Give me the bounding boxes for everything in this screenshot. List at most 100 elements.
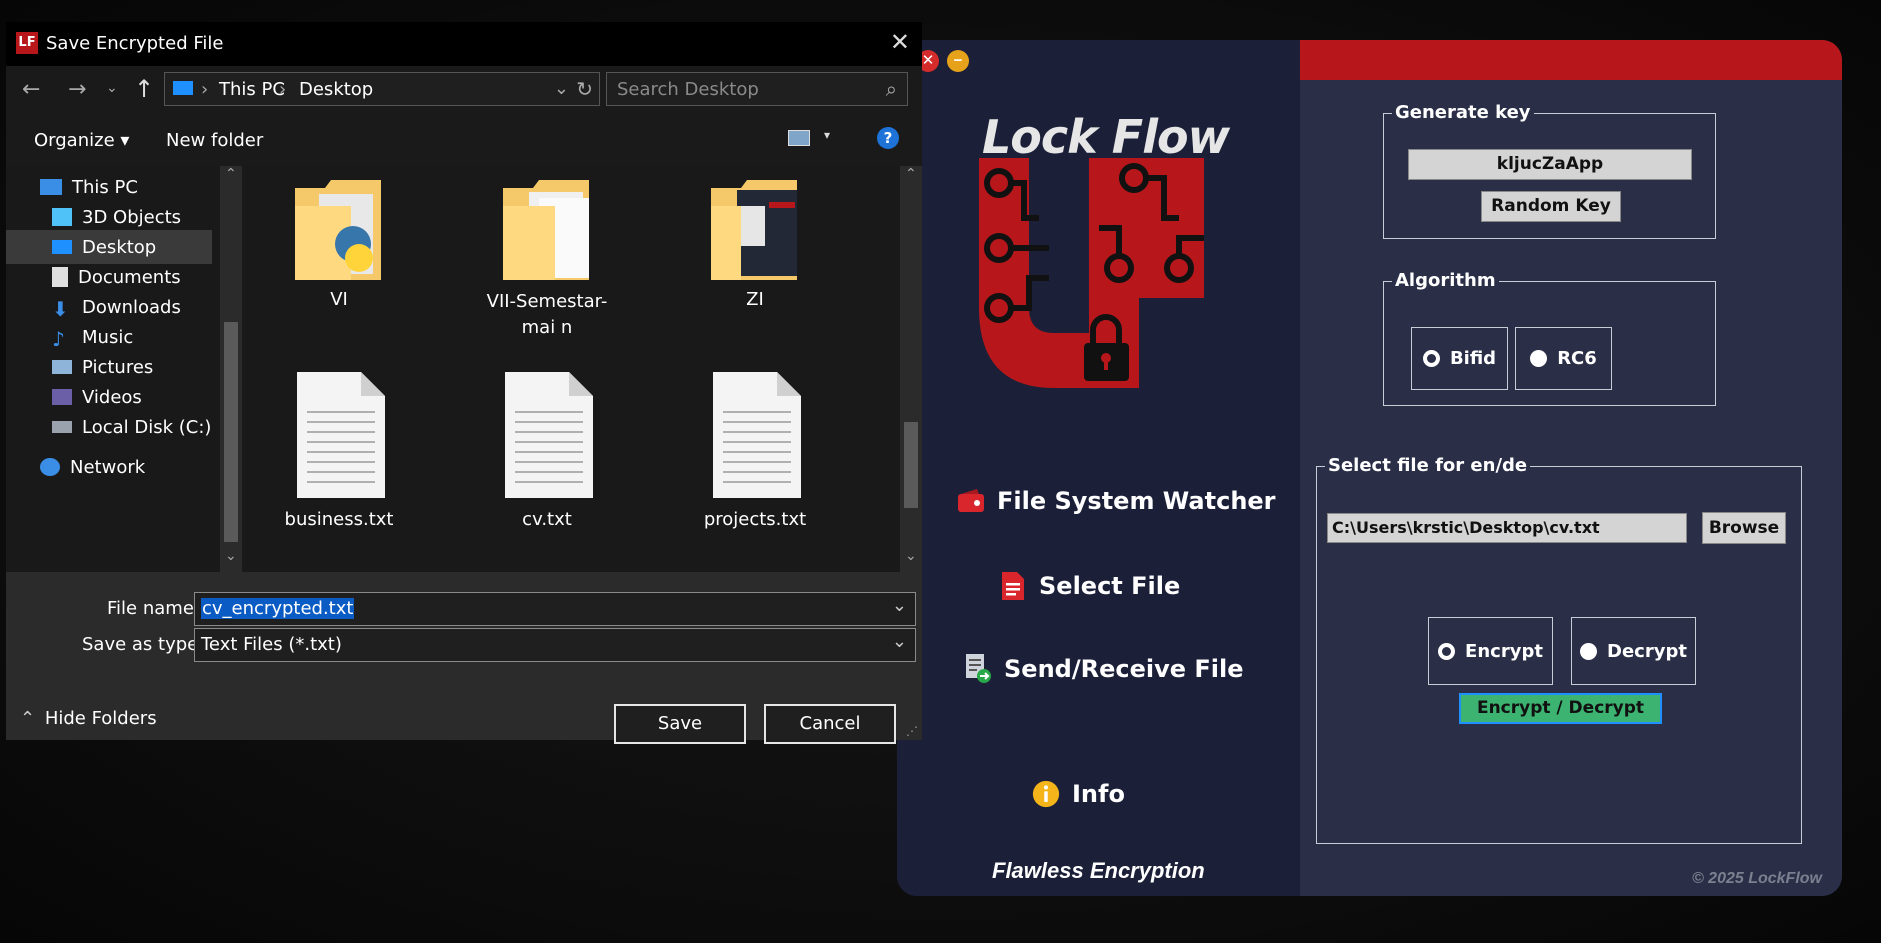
breadcrumb-this-pc[interactable]: This PC [219,79,285,100]
file-item[interactable]: cv.txt [462,372,632,530]
save-button[interactable]: Save [614,704,746,744]
lockflow-main-panel: Generate key kljucZaApp Random Key Algor… [1300,40,1842,896]
radio-unselected-icon [1530,350,1548,367]
file-name: ZI [746,289,764,310]
algorithm-title: Algorithm [1392,270,1499,291]
organize-button[interactable]: Organize ▾ [34,130,129,151]
nav-item-downloads[interactable]: ⬇ Downloads [6,290,212,324]
file-item[interactable]: ZI [670,176,840,310]
chevron-down-icon[interactable]: ⌄ [892,595,907,616]
nav-label: Network [70,456,146,478]
encrypt-decrypt-button[interactable]: Encrypt / Decrypt [1459,693,1662,724]
new-folder-button[interactable]: New folder [166,130,263,151]
file-select-group: Select file for en/de C:\Users\krstic\De… [1316,455,1802,844]
chevron-down-icon[interactable]: ⌄ [106,80,118,96]
nav-item-pictures[interactable]: Pictures [6,350,212,384]
breadcrumb-separator-icon: › [279,79,287,100]
cancel-button[interactable]: Cancel [764,704,896,744]
wallet-icon [957,487,985,515]
search-placeholder: Search Desktop [617,79,759,100]
close-icon[interactable]: ✕ [890,28,910,56]
chevron-up-icon[interactable]: ⌃ [905,166,917,182]
file-item[interactable]: VII-Semestar-mai n [462,176,632,341]
breadcrumb-desktop[interactable]: Desktop [299,79,373,100]
address-bar[interactable]: › This PC › Desktop ⌄ ↻ [164,72,600,106]
folder-icon [503,180,589,280]
nav-label: Downloads [82,296,181,318]
nav-item-music[interactable]: ♪ Music [6,320,212,354]
chevron-down-icon[interactable]: ⌄ [554,78,569,99]
chevron-down-icon[interactable]: ⌄ [225,548,237,564]
scrollbar-thumb[interactable] [904,422,918,508]
nav-item-3d-objects[interactable]: 3D Objects [6,200,212,234]
chevron-down-icon[interactable]: ▾ [824,128,830,142]
select-file-button[interactable]: Select File [999,572,1180,600]
nav-label: Music [82,326,134,348]
dialog-title-bar: LF Save Encrypted File ✕ [6,22,922,66]
dialog-command-bar: Organize ▾ New folder ▾ ? [6,114,922,166]
file-item[interactable]: projects.txt [670,372,840,530]
refresh-icon[interactable]: ↻ [576,77,593,101]
rc6-radio[interactable]: RC6 [1515,327,1612,390]
search-input[interactable]: Search Desktop ⌕ [606,72,908,106]
hide-folders-button[interactable]: ⌃ Hide Folders [20,708,157,729]
radio-unselected-icon [1580,642,1598,660]
file-system-watcher-label: File System Watcher [997,487,1276,515]
minimize-icon[interactable]: − [947,50,969,72]
pc-icon [173,81,193,95]
key-input[interactable]: kljucZaApp [1408,149,1692,180]
nav-item-local-disk[interactable]: Local Disk (C:) [6,410,212,444]
back-arrow-icon[interactable]: ← [22,77,40,102]
nav-label: Documents [78,266,181,288]
file-select-title: Select file for en/de [1325,455,1531,476]
forward-arrow-icon[interactable]: → [68,77,86,102]
nav-item-videos[interactable]: Videos [6,380,212,414]
file-system-watcher-button[interactable]: File System Watcher [957,487,1276,515]
radio-selected-icon [1438,642,1456,660]
file-path-input[interactable]: C:\Users\krstic\Desktop\cv.txt [1327,513,1687,543]
help-icon[interactable]: ? [877,127,899,149]
file-name-value[interactable]: cv_encrypted.txt [201,598,355,619]
nav-item-desktop[interactable]: Desktop [6,230,212,264]
up-arrow-icon[interactable]: ↑ [134,75,154,103]
info-button[interactable]: Info [1032,780,1125,808]
nav-label: Videos [82,386,142,408]
nav-item-this-pc[interactable]: This PC [6,170,212,204]
encrypt-radio[interactable]: Encrypt [1428,617,1553,685]
save-type-select[interactable]: Text Files (*.txt) ⌄ [194,628,916,662]
file-name: VI [330,289,348,310]
send-receive-file-button[interactable]: Send/Receive File [964,654,1243,683]
file-name-field[interactable]: cv_encrypted.txt ⌄ [194,592,916,626]
files-scrollbar[interactable]: ⌃ ⌄ [900,166,922,572]
app-logo-icon: LF [16,32,38,54]
organize-label: Organize [34,130,115,151]
chevron-down-icon[interactable]: ⌄ [905,548,917,564]
bifid-radio[interactable]: Bifid [1411,327,1508,390]
file-item[interactable]: business.txt [254,372,424,530]
nav-item-network[interactable]: Network [6,450,212,484]
nav-item-documents[interactable]: Documents [6,260,212,294]
chevron-up-icon[interactable]: ⌃ [225,166,237,182]
computer-icon [40,179,62,195]
chevron-down-icon[interactable]: ⌄ [892,631,907,652]
file-name: business.txt [284,509,394,530]
file-item[interactable]: VI [254,176,424,310]
breadcrumb-separator-icon: › [201,79,209,100]
hide-folders-label: Hide Folders [44,708,157,729]
resize-grip-icon[interactable]: ⋰ [906,724,918,738]
lockflow-window: ✕ − Lock Flow File System Watcher Select… [897,40,1842,896]
dialog-title: Save Encrypted File [46,33,224,54]
decrypt-label: Decrypt [1607,640,1687,662]
nav-scrollbar[interactable]: ⌃ ⌄ [220,166,242,572]
cube-icon [52,208,72,226]
random-key-button[interactable]: Random Key [1481,191,1621,222]
text-file-icon [297,372,385,498]
generate-key-title: Generate key [1392,102,1534,123]
browse-button[interactable]: Browse [1702,512,1786,544]
decrypt-radio[interactable]: Decrypt [1571,617,1696,685]
music-icon: ♪ [52,327,65,351]
encrypt-label: Encrypt [1465,640,1543,662]
view-options-icon[interactable] [788,130,810,146]
dialog-save-options: File name: cv_encrypted.txt ⌄ Save as ty… [6,572,922,744]
scrollbar-thumb[interactable] [224,322,238,542]
